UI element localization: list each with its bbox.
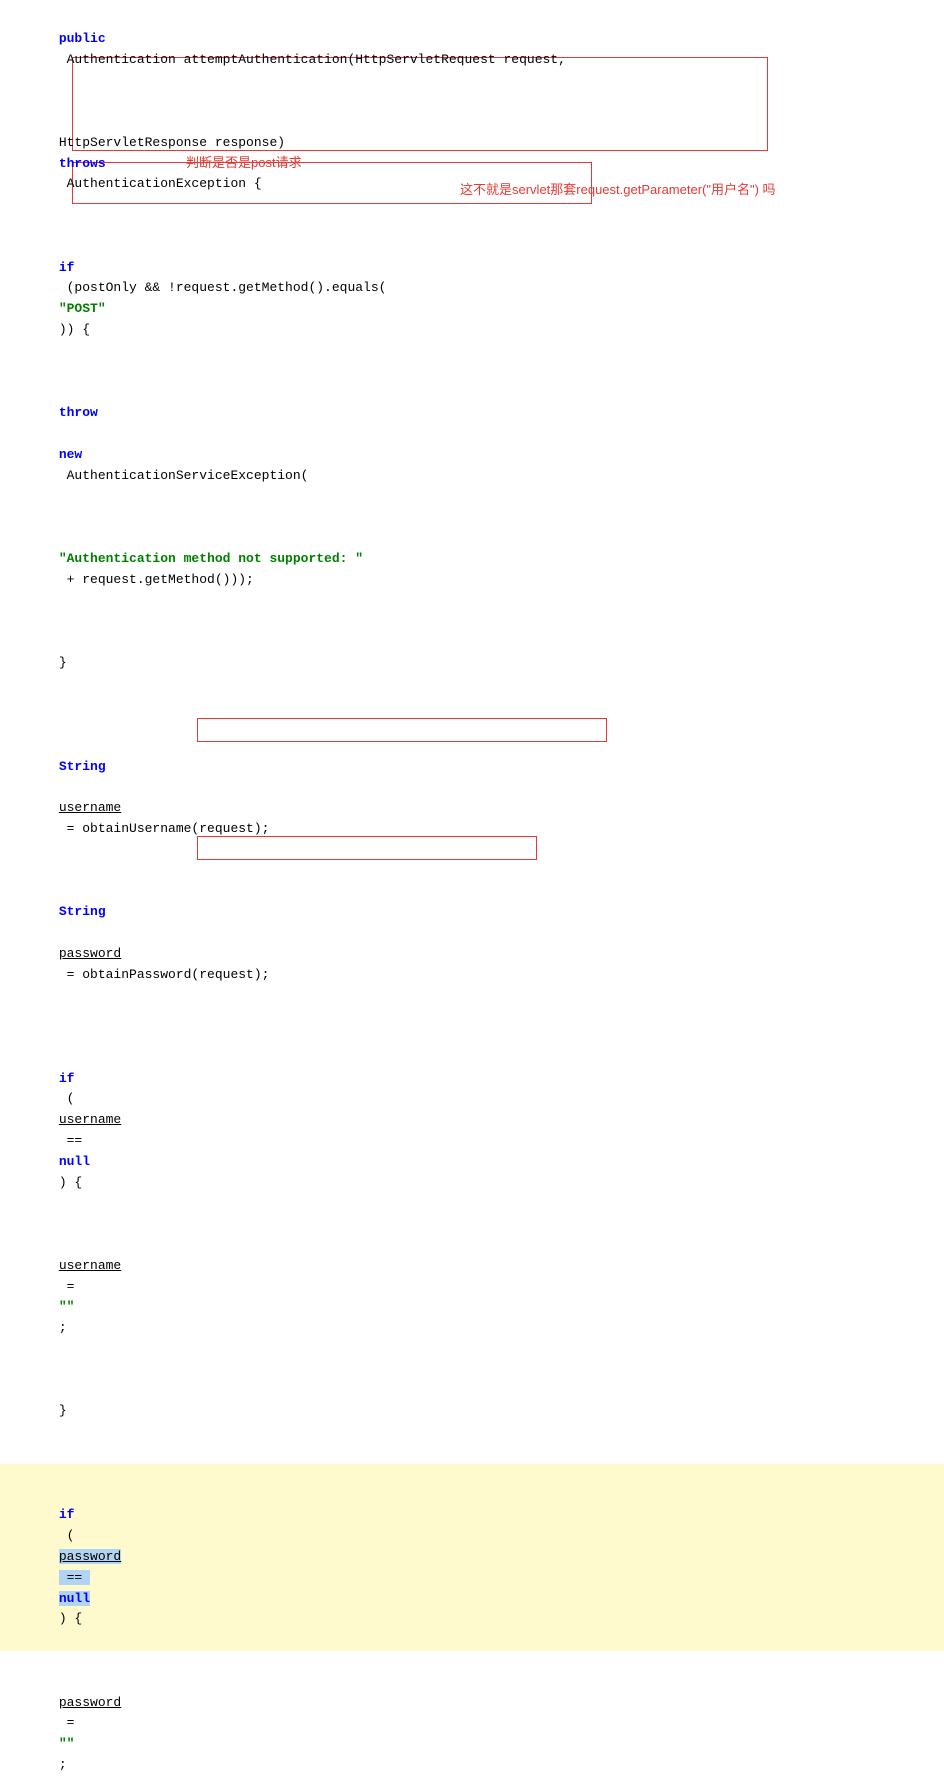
code-line-spacer2 [0,1006,944,1027]
code-line-9: String password = obtainPassword(request… [0,861,944,1007]
code-line-12: username = "" ; [0,1214,944,1360]
code-line-8: String username = obtainUsername(request… [0,715,944,861]
code-line-2: HttpServletResponse response) throws Aut… [0,91,944,216]
keyword-public: public [59,31,106,46]
code-container: 判断是否是post请求 这不就是servlet那套request.getPara… [0,0,944,1786]
code-line-16: password = "" ; [0,1651,944,1786]
code-line-13: } [0,1360,944,1443]
code-line-11: if ( username == null ) { [0,1027,944,1214]
code-line-6: } [0,611,944,694]
code-line-1: public Authentication attemptAuthenticat… [0,8,944,91]
code-line-3: if (postOnly && !request.getMethod().equ… [0,216,944,362]
code-line-5: "Authentication method not supported: " … [0,507,944,611]
code-line-4: throw new AuthenticationServiceException… [0,362,944,508]
code-line-spacer3 [0,1443,944,1464]
code-line-15: if ( password == null ) { [0,1464,944,1651]
code-line-spacer1 [0,694,944,715]
